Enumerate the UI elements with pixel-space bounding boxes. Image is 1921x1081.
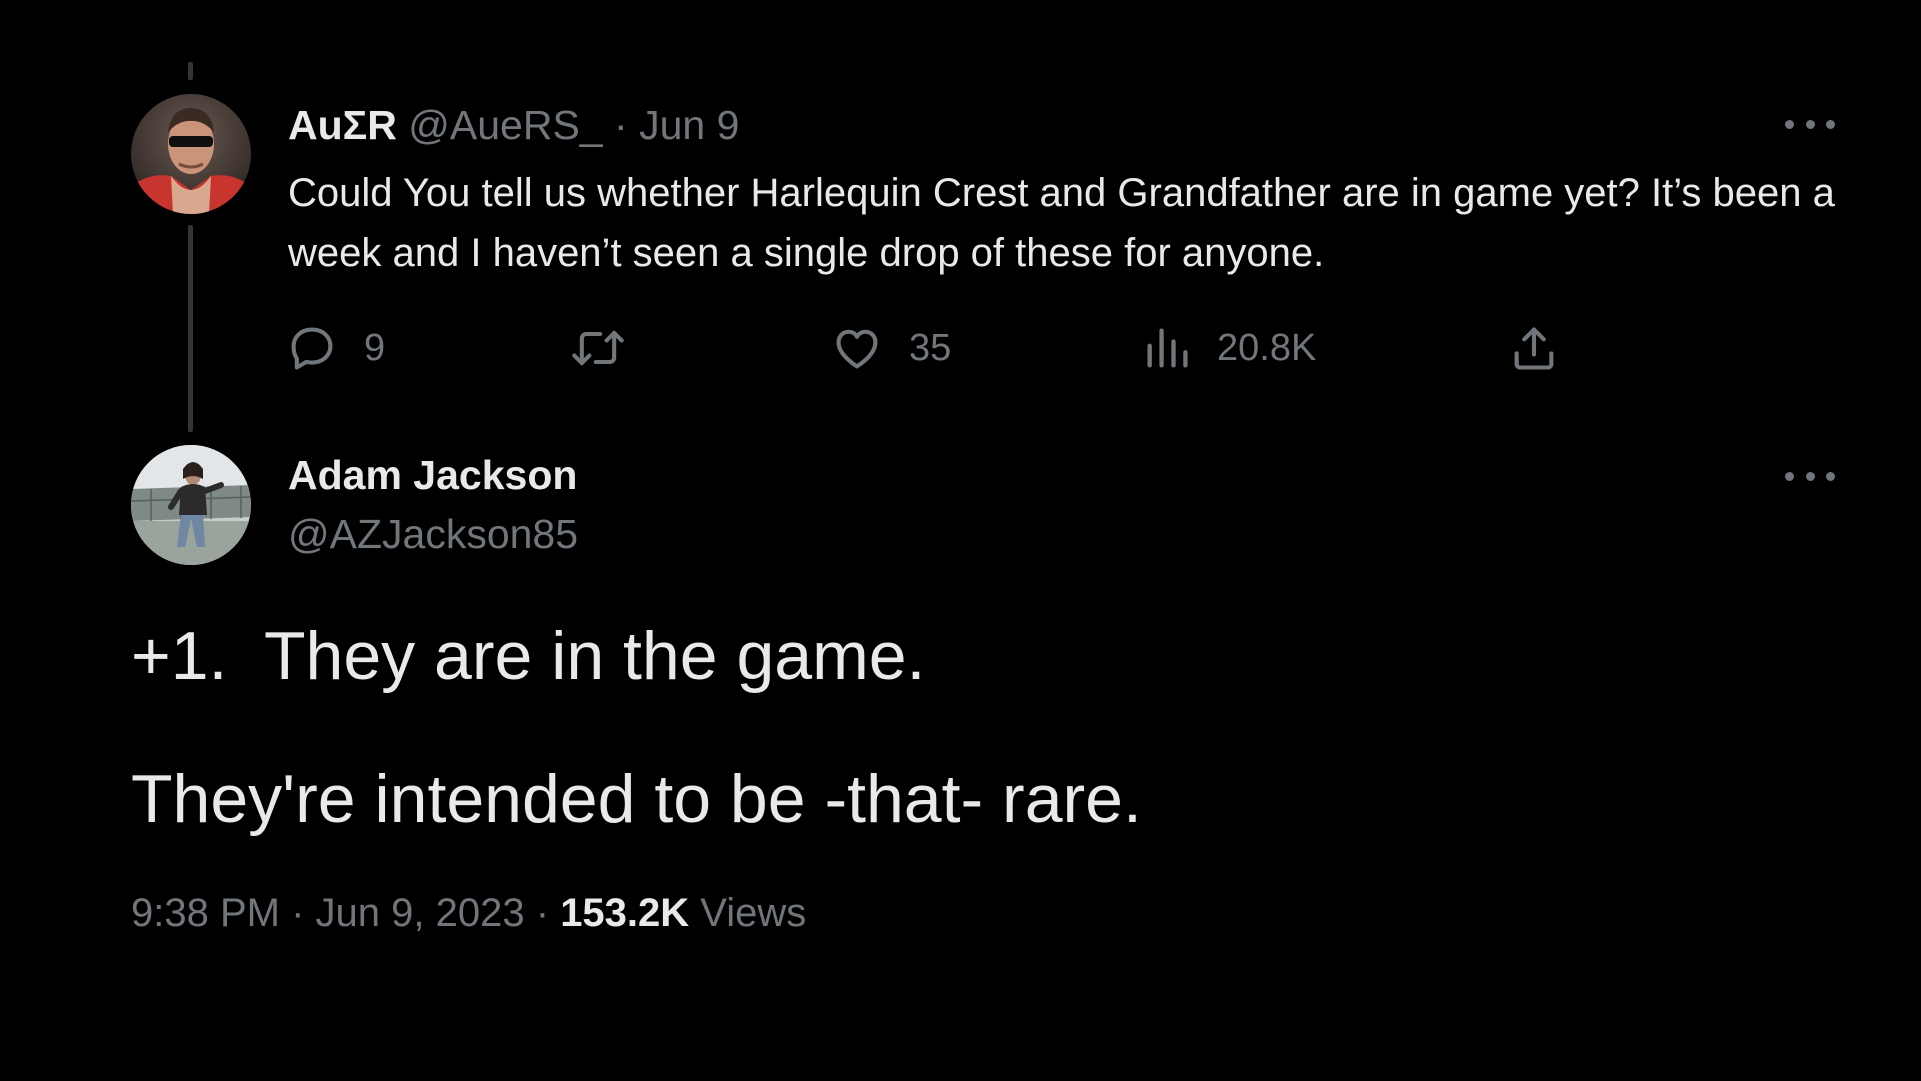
thread-line-top [188, 62, 193, 80]
like-count: 35 [909, 326, 952, 369]
header-separator: · [614, 102, 628, 148]
reply-display-name[interactable]: Adam Jackson [288, 447, 577, 503]
reply-text-line-2: They're intended to be -that- rare. [131, 761, 1142, 837]
parent-tweet-text: Could You tell us whether Harlequin Cres… [288, 171, 1835, 275]
reply-count: 9 [364, 326, 386, 369]
reply-icon [291, 327, 333, 370]
parent-date[interactable]: Jun 9 [639, 102, 739, 148]
parent-action-bar: 9 35 20.8K [286, 318, 1586, 378]
parent-more-button[interactable] [1785, 109, 1835, 139]
tweet-time[interactable]: 9:38 PM [131, 891, 280, 935]
thread-line [188, 225, 193, 432]
retweet-button[interactable] [570, 318, 626, 378]
meta-separator: · [535, 891, 550, 935]
share-button[interactable] [1508, 318, 1560, 378]
tweet-views-count: 153.2K [560, 891, 690, 935]
tweet-date[interactable]: Jun 9, 2023 [316, 891, 525, 935]
views-icon [1147, 328, 1188, 368]
parent-handle[interactable]: @AueRS_ [408, 102, 602, 148]
heart-icon [836, 329, 878, 369]
retweet-icon [572, 330, 624, 366]
views-count: 20.8K [1217, 326, 1317, 369]
parent-avatar[interactable] [131, 94, 251, 214]
tweet-meta: 9:38 PM · Jun 9, 2023 · 153.2K Views [131, 885, 806, 941]
like-button[interactable]: 35 [831, 318, 951, 378]
views-button[interactable]: 20.8K [1143, 318, 1316, 378]
reply-more-button[interactable] [1785, 461, 1835, 491]
parent-header: AuΣR @AueRS_ · Jun 9 [288, 97, 739, 153]
reply-button[interactable]: 9 [286, 318, 385, 378]
more-icon [1785, 119, 1794, 129]
reply-handle[interactable]: @AZJackson85 [288, 506, 578, 562]
share-icon [1514, 327, 1554, 370]
reply-avatar[interactable] [131, 445, 251, 565]
meta-separator: · [291, 891, 305, 935]
parent-display-name[interactable]: AuΣR [288, 102, 397, 148]
reply-text-line-1: +1. They are in the game. [131, 618, 926, 694]
tweet-views-label: Views [700, 891, 807, 935]
more-icon [1785, 471, 1794, 481]
